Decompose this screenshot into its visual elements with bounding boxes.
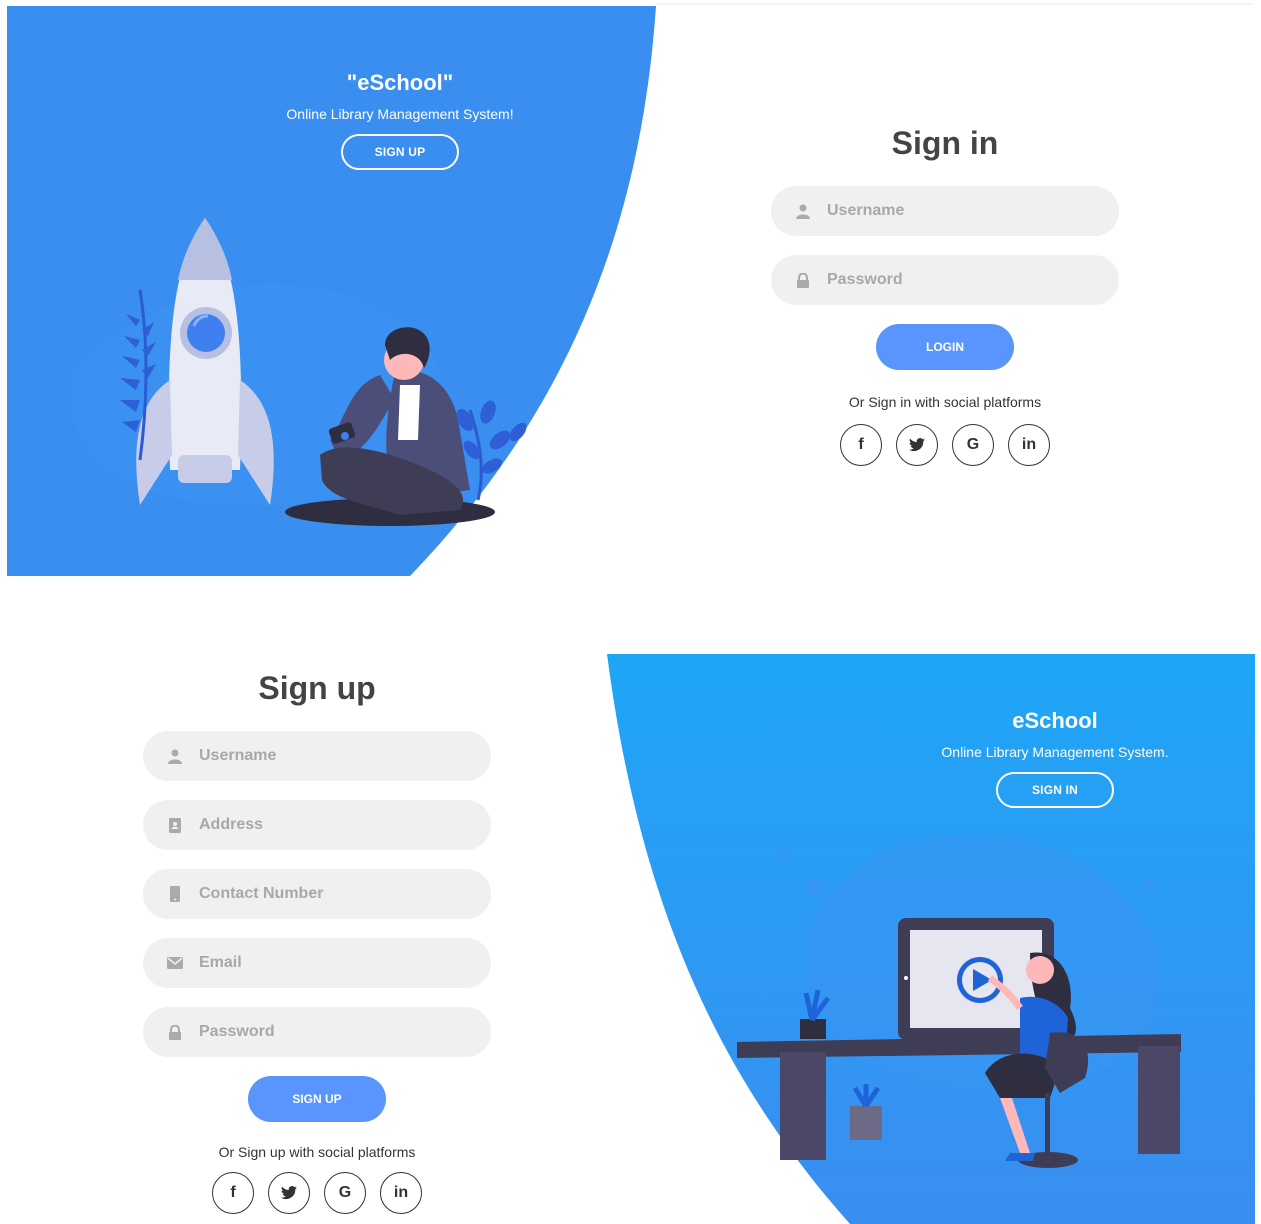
password-field[interactable]: [771, 255, 1119, 305]
goto-signin-button[interactable]: SIGN IN: [996, 772, 1114, 808]
signin-panel: "eSchool" Online Library Management Syst…: [0, 0, 1261, 578]
twitter-icon: [909, 438, 925, 452]
hero-subtitle: Online Library Management System!: [286, 106, 514, 122]
google-button[interactable]: G: [324, 1172, 366, 1214]
facebook-icon: f: [230, 1184, 236, 1201]
signin-hero-content: "eSchool" Online Library Management Syst…: [250, 70, 550, 170]
envelope-icon: [167, 955, 183, 971]
signup-panel: eSchool Online Library Management System…: [0, 648, 1261, 1224]
contact-number-field[interactable]: [143, 869, 491, 919]
linkedin-icon: in: [393, 1184, 409, 1201]
username-field[interactable]: [143, 731, 491, 781]
signup-hero-content: eSchool Online Library Management System…: [905, 708, 1205, 808]
user-icon: [167, 748, 183, 764]
email-field[interactable]: [143, 938, 491, 988]
facebook-button[interactable]: f: [840, 424, 882, 466]
social-signup-text: Or Sign up with social platforms: [218, 1144, 416, 1160]
linkedin-button[interactable]: in: [380, 1172, 422, 1214]
password-input[interactable]: [827, 271, 1087, 289]
linkedin-button[interactable]: in: [1008, 424, 1050, 466]
hero-subtitle: Online Library Management System.: [941, 744, 1169, 760]
plant-pot-under-desk-illustration: [850, 1084, 882, 1140]
address-book-icon: [167, 817, 183, 833]
social-signin-text: Or Sign in with social platforms: [848, 394, 1042, 410]
google-button[interactable]: G: [952, 424, 994, 466]
username-input[interactable]: [827, 202, 1087, 220]
username-input[interactable]: [199, 747, 459, 765]
mobile-phone-icon: [167, 886, 183, 902]
login-button[interactable]: LOGIN: [876, 324, 1014, 370]
twitter-button[interactable]: [896, 424, 938, 466]
google-icon: G: [966, 436, 980, 453]
facebook-icon: f: [858, 436, 864, 453]
user-icon: [795, 203, 811, 219]
username-field[interactable]: [771, 186, 1119, 236]
goto-signup-button[interactable]: SIGN UP: [341, 134, 459, 170]
lock-icon: [167, 1024, 183, 1040]
linkedin-icon: in: [1021, 436, 1037, 453]
signin-title: Sign in: [891, 125, 999, 161]
signin-form: Sign in LOGIN Or Sign in with social pla…: [771, 125, 1119, 466]
google-icon: G: [338, 1184, 352, 1201]
address-field[interactable]: [143, 800, 491, 850]
social-signin-buttons: f G in: [771, 424, 1119, 466]
password-input[interactable]: [199, 1023, 459, 1041]
contact-number-input[interactable]: [199, 885, 459, 903]
twitter-button[interactable]: [268, 1172, 310, 1214]
address-input[interactable]: [199, 816, 459, 834]
signup-form: Sign up Username Address Contact Number …: [143, 670, 491, 1214]
email-input[interactable]: [199, 954, 459, 972]
lock-icon: [795, 272, 811, 288]
hero-title: eSchool: [1012, 708, 1098, 733]
signup-submit-button[interactable]: SIGN UP: [248, 1076, 386, 1122]
hero-title: "eSchool": [346, 70, 454, 95]
twitter-icon: [281, 1186, 297, 1200]
password-field[interactable]: [143, 1007, 491, 1057]
signup-title: Sign up: [258, 670, 376, 706]
facebook-button[interactable]: f: [212, 1172, 254, 1214]
social-signup-buttons: f G in: [143, 1172, 491, 1214]
